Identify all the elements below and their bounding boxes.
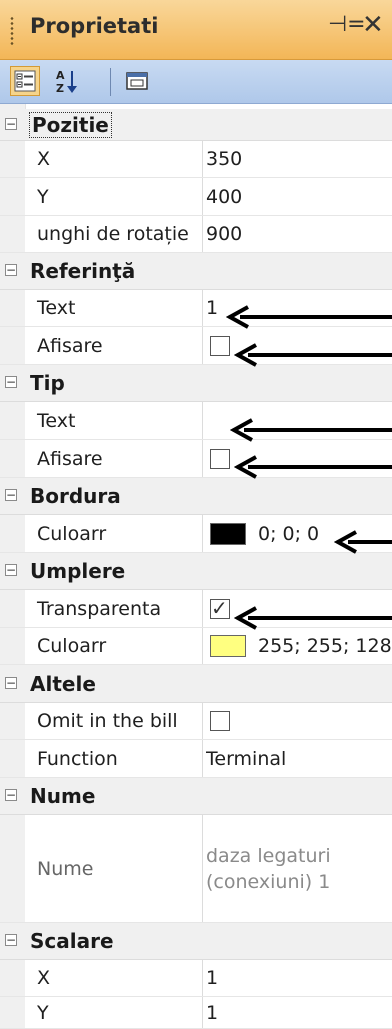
category-label: Umplere: [30, 559, 126, 583]
property-name: Y: [25, 997, 203, 1028]
property-row-function[interactable]: Function Terminal: [0, 740, 392, 778]
property-name: Transparenta: [25, 590, 203, 627]
property-value[interactable]: 1: [206, 997, 392, 1028]
property-pages-icon: [126, 72, 148, 90]
color-swatch[interactable]: [210, 522, 246, 545]
property-value: daza legaturi (conexiuni) 1: [206, 844, 331, 893]
category-bordura[interactable]: − Bordura: [0, 478, 392, 515]
property-value[interactable]: [206, 703, 392, 739]
property-row-scalare-x[interactable]: X 1: [0, 960, 392, 997]
category-scalare[interactable]: − Scalare: [0, 923, 392, 960]
annotation-arrow: [230, 418, 392, 442]
collapse-icon[interactable]: −: [5, 789, 17, 801]
sort-az-icon: A Z: [56, 69, 77, 94]
property-name: X: [25, 141, 203, 177]
property-name: Text: [25, 402, 203, 439]
annotation-arrow: [234, 606, 392, 630]
annotation-arrow: [226, 305, 392, 329]
categorized-view-button[interactable]: [10, 66, 40, 96]
collapse-icon[interactable]: −: [5, 264, 17, 276]
property-value[interactable]: 350: [206, 141, 392, 177]
property-value[interactable]: 900: [206, 216, 392, 252]
category-nume[interactable]: − Nume: [0, 778, 392, 815]
panel-title-bar: Proprietati ⊣= ✕: [0, 0, 392, 60]
category-tip[interactable]: − Tip: [0, 365, 392, 402]
category-pozitie[interactable]: − Pozitie: [0, 109, 392, 141]
drag-grip-icon[interactable]: [10, 16, 14, 46]
property-name: X: [25, 960, 203, 996]
checkmark-icon: ✓: [211, 595, 228, 620]
property-value[interactable]: 1: [206, 960, 392, 996]
afisare-checkbox[interactable]: [210, 448, 230, 469]
transparenta-checkbox[interactable]: ✓: [210, 595, 230, 620]
property-name: Y: [25, 178, 203, 215]
property-row-scalare-y[interactable]: Y 1: [0, 997, 392, 1029]
afisare-checkbox[interactable]: [210, 335, 230, 356]
property-name: Omit in the bill: [25, 703, 203, 739]
collapse-icon[interactable]: −: [5, 676, 17, 689]
property-row-y[interactable]: Y 400: [0, 178, 392, 216]
category-label: Altele: [30, 671, 96, 696]
category-label: Pozitie: [29, 111, 112, 138]
property-name: Afisare: [25, 327, 203, 364]
category-label: Referinţă: [30, 259, 136, 283]
property-row-unghi-de-rotatie[interactable]: unghi de rotație 900: [0, 216, 392, 253]
category-label: Bordura: [30, 484, 121, 508]
property-name: Text: [25, 290, 203, 326]
annotation-arrow: [234, 455, 392, 479]
category-label: Nume: [30, 784, 96, 808]
property-name: Culoarr: [25, 515, 203, 552]
property-name: Nume: [25, 815, 203, 922]
category-altele[interactable]: − Altele: [0, 665, 392, 703]
property-name: unghi de rotație: [25, 216, 203, 252]
toolbar-separator: [110, 68, 111, 96]
properties-toolbar: A Z: [0, 60, 392, 104]
property-value[interactable]: 255; 255; 128: [206, 628, 392, 664]
collapse-icon[interactable]: −: [5, 376, 17, 388]
omit-checkbox[interactable]: [210, 711, 230, 731]
property-row-x[interactable]: X 350: [0, 141, 392, 178]
svg-text:Z: Z: [56, 82, 64, 94]
annotation-arrow: [334, 530, 392, 554]
categorized-icon: [14, 70, 36, 92]
close-icon[interactable]: ✕: [362, 10, 384, 40]
category-umplere[interactable]: − Umplere: [0, 553, 392, 590]
collapse-icon[interactable]: −: [5, 934, 17, 946]
property-value[interactable]: Terminal: [206, 740, 392, 777]
pin-icon[interactable]: ⊣=: [328, 12, 366, 37]
property-name: Afisare: [25, 440, 203, 477]
property-row-umplere-culoare[interactable]: Culoarr 255; 255; 128: [0, 628, 392, 665]
property-value[interactable]: 400: [206, 178, 392, 215]
collapse-icon[interactable]: −: [5, 489, 17, 501]
alphabetical-sort-button[interactable]: A Z: [52, 66, 82, 96]
color-value: 0; 0; 0: [258, 522, 320, 545]
property-name: Function: [25, 740, 203, 777]
category-label: Tip: [30, 371, 65, 395]
property-row-nume[interactable]: Nume daza legaturi (conexiuni) 1: [0, 815, 392, 923]
category-label: Scalare: [30, 929, 114, 953]
collapse-icon[interactable]: −: [5, 117, 17, 130]
color-value: 255; 255; 128: [258, 635, 392, 657]
property-grid: − Pozitie X 350 Y 400 unghi de rotație 9…: [0, 104, 392, 1029]
property-row-omit-in-the-bill[interactable]: Omit in the bill: [0, 703, 392, 740]
panel-title: Proprietati: [30, 14, 159, 38]
property-name: Culoarr: [25, 628, 203, 664]
category-referinta[interactable]: − Referinţă: [0, 253, 392, 290]
property-pages-button[interactable]: [122, 66, 152, 96]
annotation-arrow: [234, 343, 392, 367]
svg-text:A: A: [56, 69, 65, 82]
color-swatch[interactable]: [210, 635, 246, 657]
collapse-icon[interactable]: −: [5, 564, 17, 576]
